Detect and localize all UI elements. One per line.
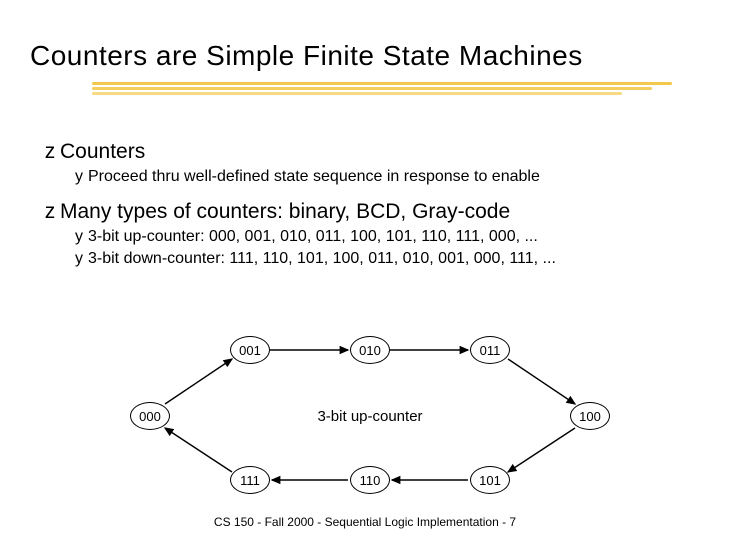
subbullet-text: 3-bit down-counter: 111, 110, 101, 100, … — [88, 250, 556, 267]
bullet-counters: zCounters — [40, 140, 700, 164]
state-node-011: 011 — [470, 336, 510, 364]
bullet-glyph-y: y — [70, 168, 88, 186]
diagram-caption: 3-bit up-counter — [305, 408, 435, 425]
bullet-glyph-y: y — [70, 228, 88, 246]
state-node-000: 000 — [130, 402, 170, 430]
body: zCounters yProceed thru well-defined sta… — [40, 130, 700, 268]
bullet-text: Many types of counters: binary, BCD, Gra… — [60, 200, 510, 223]
slide-title: Counters are Simple Finite State Machine… — [30, 40, 583, 72]
title-underline — [92, 82, 672, 96]
state-node-101: 101 — [470, 466, 510, 494]
state-node-110: 110 — [350, 466, 390, 494]
subbullet-text: 3-bit up-counter: 000, 001, 010, 011, 10… — [88, 228, 538, 245]
subbullet-down-counter: y3-bit down-counter: 111, 110, 101, 100,… — [70, 250, 700, 268]
state-node-010: 010 — [350, 336, 390, 364]
bullet-glyph-z: z — [40, 140, 60, 164]
subbullet-text: Proceed thru well-defined state sequence… — [88, 168, 540, 185]
state-diagram: 000 001 010 011 100 101 110 111 3-bit up… — [110, 326, 630, 506]
bullet-many-types: zMany types of counters: binary, BCD, Gr… — [40, 200, 700, 224]
state-node-100: 100 — [570, 402, 610, 430]
bullet-glyph-y: y — [70, 250, 88, 268]
state-node-111: 111 — [230, 466, 270, 494]
subbullet-proceed: yProceed thru well-defined state sequenc… — [70, 168, 700, 186]
bullet-text: Counters — [60, 140, 145, 163]
slide-footer: CS 150 - Fall 2000 - Sequential Logic Im… — [0, 515, 730, 529]
state-node-001: 001 — [230, 336, 270, 364]
slide: Counters are Simple Finite State Machine… — [0, 0, 730, 547]
bullet-glyph-z: z — [40, 200, 60, 224]
subbullet-up-counter: y3-bit up-counter: 000, 001, 010, 011, 1… — [70, 228, 700, 246]
